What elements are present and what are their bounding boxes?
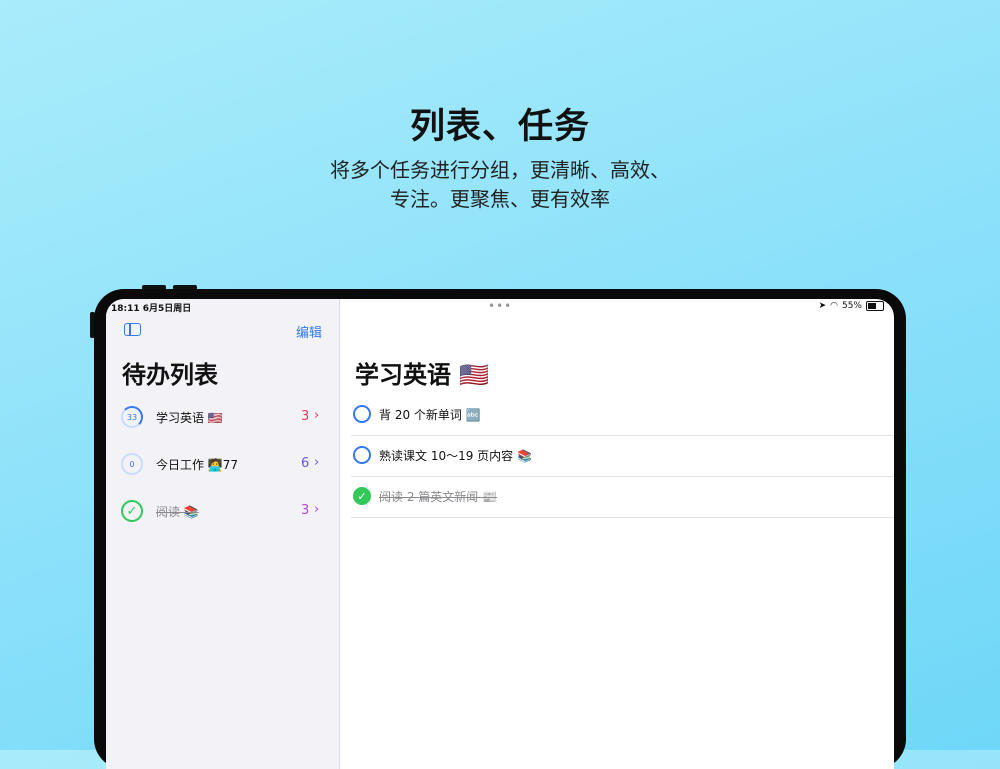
sidebar-item-label: 学习英语 🇺🇸 xyxy=(156,411,223,425)
chevron-right-icon: › xyxy=(314,455,320,470)
app-screen: 编辑 待办列表 33 学习英语 🇺🇸 3 › 0 今日工作 🧑‍💻77 6 › … xyxy=(106,299,894,769)
task-checkbox-checked[interactable]: ✓ xyxy=(353,487,371,505)
edit-button[interactable]: 编辑 xyxy=(296,322,322,341)
sidebar-title: 待办列表 xyxy=(122,361,218,389)
task-row[interactable]: ✓ 阅读 2 篇英文新闻 📰 xyxy=(351,477,894,518)
sidebar-item-label: 今日工作 🧑‍💻77 xyxy=(156,458,239,472)
sidebar-item-count: 3 xyxy=(301,409,310,424)
battery-level xyxy=(868,303,876,309)
sidebar-item-today-work[interactable]: 0 今日工作 🧑‍💻77 6 › xyxy=(106,446,339,482)
status-time: 18:11 6月5日周日 xyxy=(111,304,192,314)
sidebar-item-study-english[interactable]: 33 学习英语 🇺🇸 3 › xyxy=(106,399,339,435)
progress-ring-icon: 33 xyxy=(121,406,143,428)
detail-title: 学习英语 🇺🇸 xyxy=(355,361,490,389)
chevron-right-icon: › xyxy=(314,502,320,517)
status-indicators: ➤ ◠ 55% xyxy=(819,301,884,311)
progress-ring-icon: 0 xyxy=(121,453,143,475)
task-checkbox[interactable] xyxy=(353,446,371,464)
promo-subline: 将多个任务进行分组，更清晰、高效、专注。更聚焦、更有效率 xyxy=(330,158,670,211)
task-text: 阅读 2 篇英文新闻 📰 xyxy=(379,490,498,504)
wifi-icon: ◠ xyxy=(830,301,838,311)
sidebar-toggle-icon[interactable] xyxy=(124,323,141,336)
battery-percent: 55% xyxy=(841,301,862,311)
task-row[interactable]: 熟读课文 10～19 页内容 📚 xyxy=(351,436,894,477)
battery-icon xyxy=(866,301,884,311)
chevron-right-icon: › xyxy=(314,408,320,423)
task-checkbox[interactable] xyxy=(353,405,371,423)
sidebar-item-count: 3 xyxy=(301,503,310,518)
sidebar-item-count: 6 xyxy=(301,456,310,471)
task-text: 熟读课文 10～19 页内容 📚 xyxy=(379,449,532,463)
sidebar-item-label: 阅读 📚 xyxy=(156,505,199,519)
promo-headline: 列表、任务 xyxy=(409,107,590,147)
location-icon: ➤ xyxy=(818,301,827,311)
checkmark-circle-icon: ✓ xyxy=(121,500,143,522)
sidebar: 编辑 待办列表 33 学习英语 🇺🇸 3 › 0 今日工作 🧑‍💻77 6 › … xyxy=(106,299,340,769)
tablet-device-frame: 编辑 待办列表 33 学习英语 🇺🇸 3 › 0 今日工作 🧑‍💻77 6 › … xyxy=(94,289,906,769)
task-row[interactable]: 背 20 个新单词 🔤 xyxy=(351,395,894,436)
multitasking-dots-icon[interactable]: ••• xyxy=(488,299,512,313)
task-text: 背 20 个新单词 🔤 xyxy=(379,408,481,422)
sidebar-item-reading[interactable]: ✓ 阅读 📚 3 › xyxy=(106,493,339,529)
